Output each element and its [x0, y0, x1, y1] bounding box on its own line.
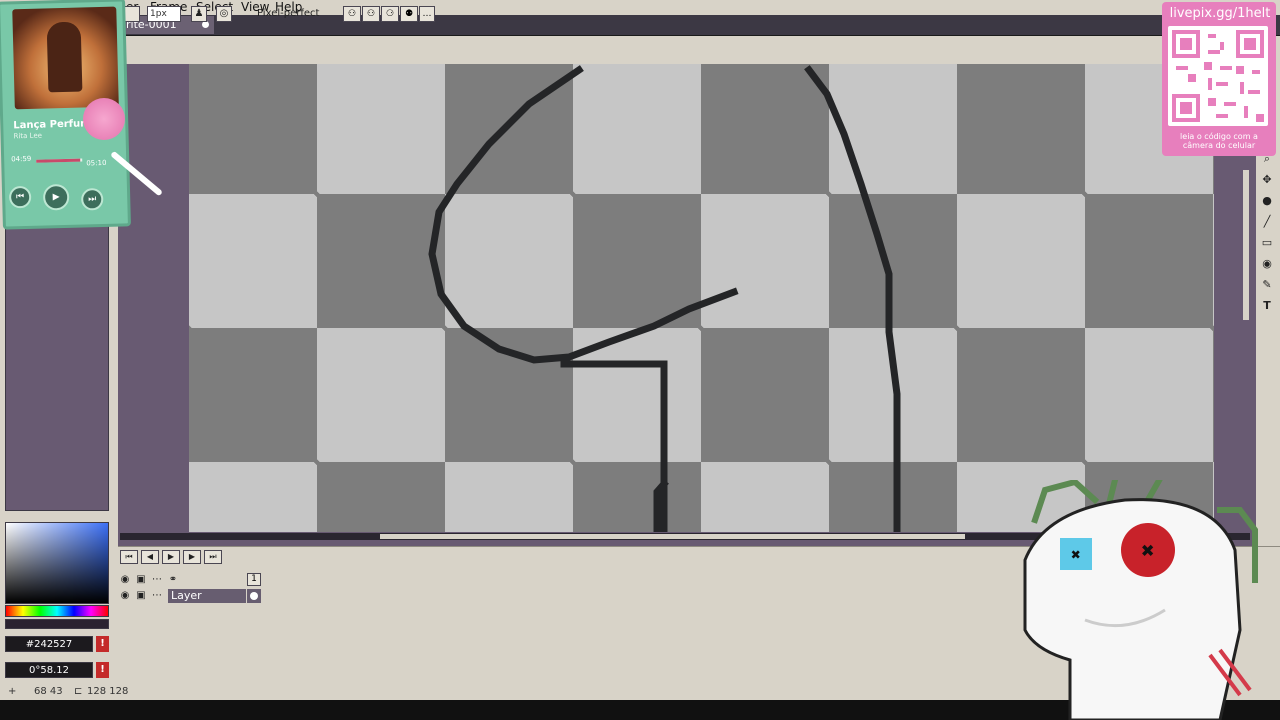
lock-icon[interactable]: ▣ [135, 590, 147, 602]
frame-cel[interactable] [247, 589, 261, 603]
frame-number-header[interactable]: 1 [247, 573, 261, 586]
cel-dot-icon [250, 592, 258, 600]
alpha-slider[interactable] [5, 619, 109, 629]
move-icon[interactable]: ✥ [1258, 171, 1276, 189]
left-eye-icon: ✖ [1071, 545, 1081, 564]
mascot-avatar: ✖ ✖ [1023, 480, 1258, 720]
continuous-icon[interactable]: ⋯ [151, 590, 163, 602]
right-eye-icon: ✖ [1141, 539, 1154, 564]
eye-icon[interactable]: ◉ [119, 590, 131, 602]
color-palette[interactable] [5, 215, 109, 511]
album-art [12, 6, 119, 110]
crosshair-cursor-icon: ⌖ [731, 285, 738, 299]
play-track-icon[interactable]: ▶ [42, 183, 70, 211]
fill-icon[interactable]: ● [1258, 192, 1276, 210]
symmetry-v-icon[interactable]: ⚆ [381, 6, 399, 22]
song-artist: Rita Lee [13, 131, 43, 141]
more-options-icon[interactable]: … [419, 6, 435, 22]
hue-slider[interactable] [5, 605, 109, 617]
previous-track-icon[interactable]: ⏮ [8, 185, 32, 209]
context-toolbar [0, 36, 1280, 65]
lollipop-decoration [83, 98, 125, 140]
qr-caption: leia o código com a câmera do celular [1180, 132, 1258, 150]
song-progress-bar [36, 158, 83, 163]
crosshair-status-icon: + [8, 686, 17, 697]
color-sv-picker[interactable] [5, 522, 109, 604]
symmetry-icon[interactable]: ⚇ [343, 6, 361, 22]
rect-icon[interactable]: ▭ [1258, 234, 1276, 252]
sketch-strokes: ⌖ [428, 65, 901, 532]
total-time: 05:10 [86, 158, 107, 168]
last-frame-button[interactable]: ⏭ [204, 550, 222, 564]
brush-shape-button[interactable] [124, 6, 140, 22]
eye-all-icon[interactable]: ◉ [119, 574, 131, 586]
next-track-icon[interactable]: ⏭ [80, 188, 104, 211]
layer-name[interactable]: Layer [168, 589, 246, 603]
pressure-icon[interactable]: ◎ [216, 6, 232, 22]
qr-code-icon [1168, 26, 1268, 126]
tab-close-dot-icon[interactable] [202, 21, 209, 28]
brush-size-field[interactable]: 1px [147, 6, 181, 22]
stroke-neck-inner [560, 360, 668, 532]
stroke-body-right [804, 65, 901, 532]
vertical-scroll-thumb[interactable] [1243, 170, 1249, 320]
line-icon[interactable]: ╱ [1258, 213, 1276, 231]
link-icon[interactable]: ⚭ [167, 574, 179, 586]
horizontal-scroll-thumb[interactable] [380, 534, 965, 539]
contour-icon[interactable]: ◉ [1258, 255, 1276, 273]
selection-icon: ⊏ [74, 686, 83, 697]
first-frame-button[interactable]: ⏮ [120, 550, 138, 564]
foreground-color-field[interactable]: #242527 [5, 636, 93, 652]
prev-frame-button[interactable]: ◀ [141, 550, 159, 564]
sprite-size: 128 128 [87, 686, 129, 697]
fg-warning-icon[interactable]: ! [96, 636, 109, 652]
play-button[interactable]: ▶ [162, 550, 180, 564]
bg-warning-icon[interactable]: ! [96, 662, 109, 678]
current-time: 04:59 [11, 154, 32, 164]
background-color-field[interactable]: 0°58.12 [5, 662, 93, 678]
qr-handle: livepix.gg/1helt [1169, 6, 1271, 21]
cursor-coords: 68 43 [34, 686, 63, 697]
symmetry-h-icon[interactable]: ⚇ [362, 6, 380, 22]
text-icon[interactable]: T [1258, 297, 1276, 315]
next-frame-button[interactable]: ▶ [183, 550, 201, 564]
continuous-all-icon[interactable]: ⋯ [151, 574, 163, 586]
symmetry-both-icon[interactable]: ⚉ [400, 6, 418, 22]
pixel-perfect-label[interactable]: Pixel-perfect [257, 6, 319, 22]
stroke-head-top [428, 65, 739, 364]
lock-all-icon[interactable]: ▣ [135, 574, 147, 586]
ink-icon[interactable]: ♟ [191, 6, 207, 22]
eyedropper-icon[interactable]: ✎ [1258, 276, 1276, 294]
